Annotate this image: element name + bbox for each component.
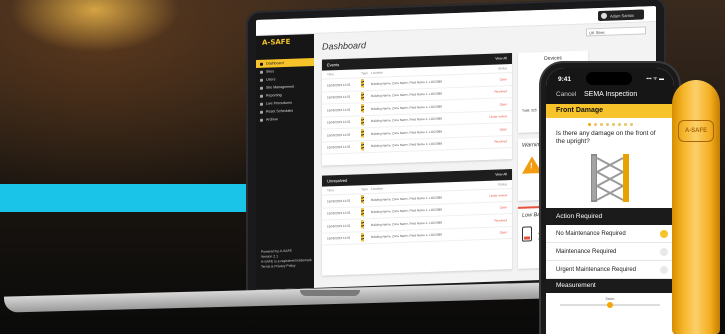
unresolved-title: Unresolved [327, 177, 348, 184]
column-header: Time [327, 72, 334, 77]
measurement-value: 5mm [605, 296, 615, 301]
type-icon [361, 141, 371, 151]
section-title: Front Damage [546, 104, 674, 118]
row-time: 19/05/2023 14:02 [327, 132, 351, 138]
status-badge: Resolved [494, 217, 507, 223]
row-time: 19/05/2023 14:02 [327, 223, 351, 229]
type-icon [361, 91, 371, 101]
status-badge: Under review [489, 114, 507, 120]
type-icon [361, 220, 371, 229]
powered-by: Powered by A-SAFE Version 2.1 A-SAFE is … [261, 248, 312, 270]
question-text: Is there any damage on the front of the … [556, 130, 656, 145]
sidebar: A-SAFE Dashboard Sites Users Site Manage… [256, 33, 314, 290]
user-name: Adam Santos [610, 12, 635, 19]
devices-title: Devices [544, 55, 562, 62]
type-icon [361, 232, 371, 242]
option-no-maintenance[interactable]: No Maintenance Required [546, 225, 674, 243]
row-location: Building Name, Zone Name, Field Name 1, … [371, 129, 442, 136]
slider-thumb[interactable] [607, 302, 613, 308]
row-time: 19/05/2023 14:02 [327, 144, 351, 150]
column-header: Type [361, 187, 368, 192]
row-location: Building Name, Zone Name, Field Name 1, … [371, 141, 442, 149]
measurement-header: Measurement [546, 279, 674, 293]
battery-icon [522, 226, 532, 242]
page-title: Dashboard [322, 40, 367, 52]
view-all-link[interactable]: View All [495, 169, 507, 180]
events-table: 19/05/2023 14:02 Building Name, Zone Name… [322, 73, 512, 155]
option-label: Maintenance Required [556, 248, 617, 255]
laptop-notch [300, 290, 360, 296]
type-icon [361, 79, 371, 88]
column-header: Time [327, 188, 334, 193]
row-time: 19/05/2023 14:02 [327, 107, 351, 113]
row-location: Building Name, Zone Name, Field Name 1, … [371, 104, 442, 111]
type-icon [361, 129, 371, 138]
cyan-accent-band [0, 184, 250, 212]
events-title: Events [327, 62, 340, 68]
cancel-button[interactable]: Cancel [556, 91, 576, 98]
site-select[interactable]: UK Sites [586, 26, 646, 37]
phone: 9:41 ▪▪▪ ᯤ ▬ Cancel SEMA Inspection Fron… [541, 63, 679, 334]
type-icon [361, 195, 371, 204]
sidebar-item-archive[interactable]: Archive [256, 114, 314, 124]
option-label: Urgent Maintenance Required [556, 266, 637, 273]
events-card: Events View All Time Type Location Statu… [322, 53, 512, 166]
measurement-slider[interactable] [560, 302, 660, 308]
row-location: Building Name, Zone Name, Field Name 1, … [371, 195, 442, 202]
sensor-logo: A-SAFE [678, 120, 714, 142]
phone-time: 9:41 [558, 76, 572, 83]
status-badge: Open [499, 205, 507, 210]
row-time: 19/05/2023 14:02 [327, 119, 351, 125]
view-all-link[interactable]: View All [495, 53, 507, 64]
row-location: Building Name, Zone Name, Field Name 1, … [371, 232, 442, 240]
status-badge: Open [499, 230, 507, 235]
radio-selected[interactable] [660, 229, 668, 238]
status-badge: Open [499, 76, 507, 82]
status-badge: Open [499, 126, 507, 132]
row-time: 19/05/2023 14:02 [327, 94, 351, 100]
powered-line[interactable]: Terms & Privacy Policy [261, 263, 312, 270]
inspection-title: SEMA Inspection [584, 91, 638, 98]
warning-icon: ! [522, 155, 542, 174]
row-time: 19/05/2023 14:02 [327, 82, 351, 88]
unresolved-table: 19/05/2023 14:02 Building Name, Zone Name… [322, 189, 512, 246]
user-menu[interactable]: Adam Santos [598, 9, 644, 22]
row-time: 19/05/2023 14:02 [327, 235, 351, 241]
column-header: Status [497, 66, 507, 71]
row-location: Building Name, Zone Name, Field Name 1, … [371, 207, 442, 215]
phone-header: 9:41 ▪▪▪ ᯤ ▬ Cancel SEMA Inspection [546, 68, 674, 104]
avatar [601, 12, 607, 19]
row-location: Building Name, Zone Name, Field Name 1, … [371, 91, 442, 99]
sidebar-nav: Dashboard Sites Users Site Management Re… [256, 57, 314, 124]
status-badge: Resolved [494, 89, 507, 94]
status-badge: Open [499, 101, 507, 107]
status-icons: ▪▪▪ ᯤ ▬ [646, 76, 664, 82]
phone-screen: 9:41 ▪▪▪ ᯤ ▬ Cancel SEMA Inspection Fron… [546, 68, 674, 334]
row-time: 19/05/2023 14:02 [327, 210, 351, 216]
type-icon [361, 104, 371, 113]
row-location: Building Name, Zone Name, Field Name 1, … [371, 220, 442, 227]
option-label: No Maintenance Required [556, 230, 626, 237]
radio-unselected[interactable] [660, 265, 668, 274]
type-icon [361, 116, 371, 126]
row-time: 19/05/2023 14:02 [327, 198, 351, 204]
column-header: Status [497, 182, 507, 187]
logo: A-SAFE [262, 37, 291, 47]
action-required-header: Action Required [546, 208, 674, 225]
type-icon [361, 207, 371, 217]
unresolved-card: Unresolved View All Time Type Location S… [322, 169, 512, 276]
dynamic-island [586, 72, 632, 85]
rack-illustration [583, 152, 637, 204]
status-badge: Under review [489, 192, 507, 198]
option-urgent-maintenance[interactable]: Urgent Maintenance Required [546, 261, 674, 279]
column-header: Type [361, 71, 368, 76]
status-badge: Resolved [494, 139, 507, 144]
sensor-device: A-SAFE [672, 80, 720, 334]
radio-unselected[interactable] [660, 247, 668, 256]
option-maintenance[interactable]: Maintenance Required [546, 243, 674, 261]
row-location: Building Name, Zone Name, Field Name 1, … [371, 79, 442, 86]
row-location: Building Name, Zone Name, Field Name 1, … [371, 116, 442, 124]
